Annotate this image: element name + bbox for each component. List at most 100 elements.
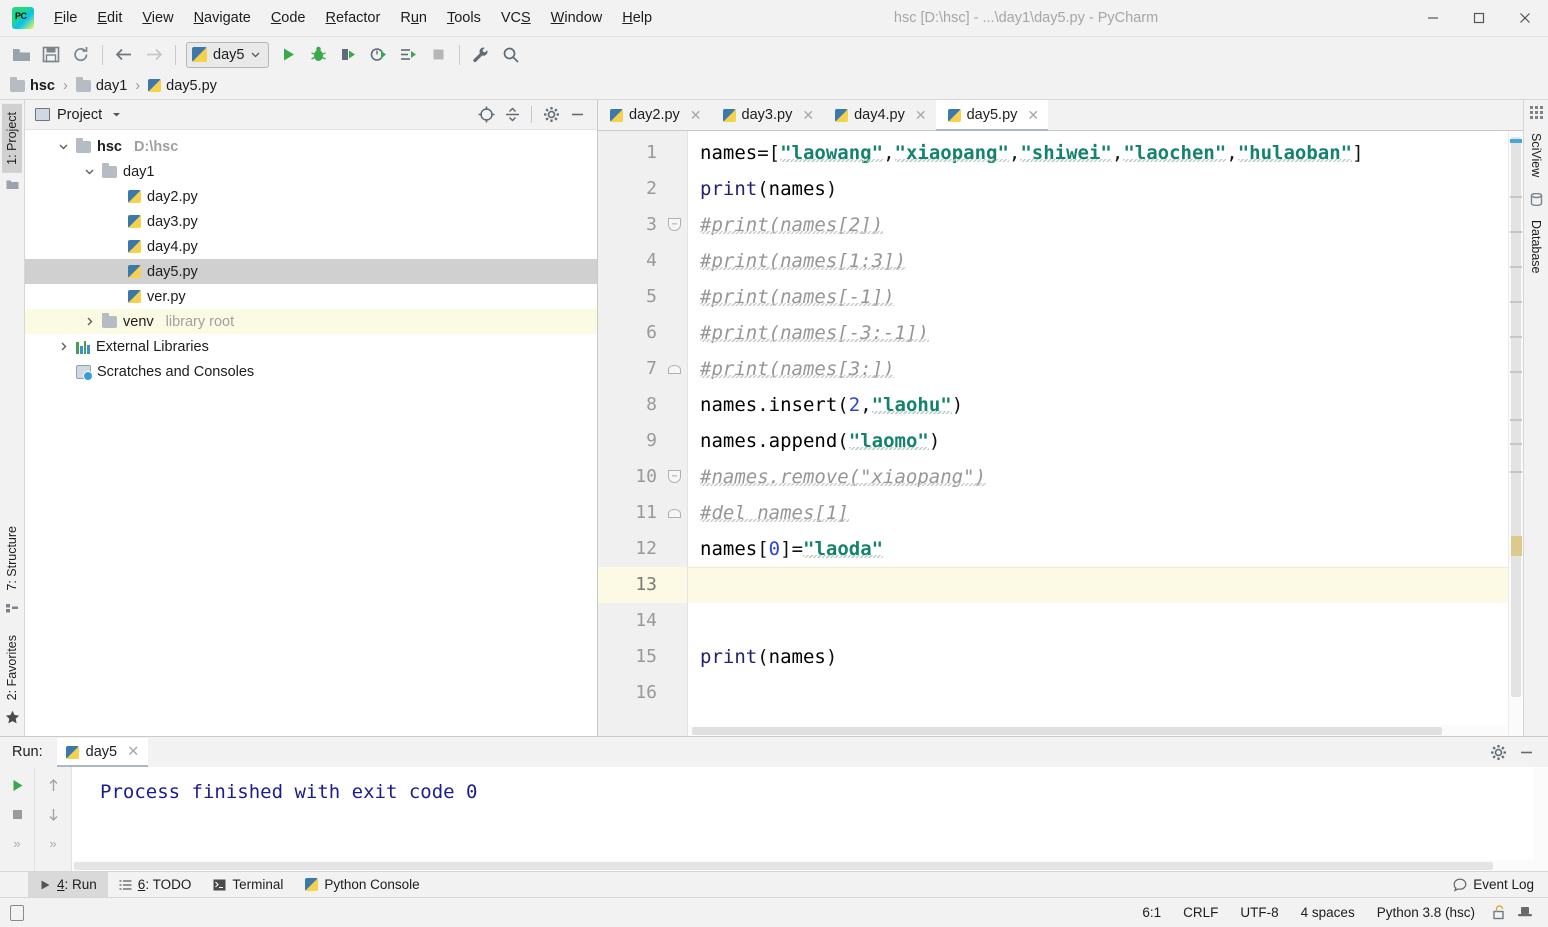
tree-item[interactable]: hsc D:\hsc: [25, 134, 597, 159]
sidebar-item-sciview[interactable]: SciView: [1526, 125, 1546, 185]
wrench-icon[interactable]: [466, 41, 496, 69]
line-number[interactable]: 10−: [598, 459, 687, 495]
menu-edit[interactable]: Edit: [87, 6, 132, 30]
line-number[interactable]: 12: [598, 531, 687, 567]
locate-file-icon[interactable]: [474, 103, 498, 127]
minimize-button[interactable]: [1410, 0, 1456, 36]
line-number[interactable]: 4: [598, 243, 687, 279]
code-line[interactable]: names.append("laomo"): [688, 423, 1523, 459]
run-tab-day5[interactable]: day5 ✕: [56, 737, 149, 767]
tree-item[interactable]: External Libraries: [25, 334, 597, 359]
line-number[interactable]: 2: [598, 171, 687, 207]
code-line[interactable]: #print(names[1:3]): [688, 243, 1523, 279]
more-icon[interactable]: »: [40, 830, 66, 856]
code-line[interactable]: #print(names[-1]): [688, 279, 1523, 315]
chevron-right-icon[interactable]: [55, 339, 71, 355]
tree-item[interactable]: day4.py: [25, 234, 597, 259]
editor-tab-day3-py[interactable]: day3.py ✕: [711, 100, 824, 130]
project-file-tree[interactable]: hsc D:\hsc day1 day2.py day3.py day4.py day5.p…: [25, 130, 597, 736]
run-with-coverage-icon[interactable]: [333, 41, 363, 69]
profile-icon[interactable]: [363, 41, 393, 69]
stop-icon[interactable]: [4, 801, 30, 827]
stop-icon[interactable]: [423, 41, 453, 69]
tree-item[interactable]: Scratches and Consoles: [25, 359, 597, 384]
editor-vertical-scrollbar[interactable]: [1508, 131, 1523, 736]
line-number[interactable]: 9: [598, 423, 687, 459]
forward-arrow-icon[interactable]: [139, 41, 169, 69]
code-line[interactable]: #print(names[3:]): [688, 351, 1523, 387]
line-number[interactable]: 8: [598, 387, 687, 423]
collapse-all-icon[interactable]: [500, 103, 524, 127]
arrow-down-icon[interactable]: [40, 801, 66, 827]
back-arrow-icon[interactable]: [109, 41, 139, 69]
editor-tab-day5-py[interactable]: day5.py ✕: [935, 100, 1049, 131]
editor-tab-day2-py[interactable]: day2.py ✕: [598, 100, 711, 130]
run-tests-icon[interactable]: [393, 41, 423, 69]
tree-item[interactable]: venv library root: [25, 309, 597, 334]
bottom-item-python-console[interactable]: Python Console: [294, 872, 430, 897]
console-vertical-scrollbar[interactable]: [1533, 767, 1548, 871]
code-line[interactable]: names.insert(2,"laohu"): [688, 387, 1523, 423]
close-icon[interactable]: ✕: [915, 107, 927, 124]
menu-refactor[interactable]: Refactor: [316, 6, 391, 30]
line-number[interactable]: 3−: [598, 207, 687, 243]
search-icon[interactable]: [496, 41, 526, 69]
line-number[interactable]: 16: [598, 675, 687, 711]
sidebar-item-favorites[interactable]: 2: Favorites: [2, 627, 22, 708]
chevron-right-icon[interactable]: [81, 314, 97, 330]
project-panel-title[interactable]: Project: [35, 107, 122, 123]
line-separator[interactable]: CRLF: [1172, 905, 1229, 920]
sidebar-item-project[interactable]: 1: Project: [2, 104, 22, 173]
rerun-icon[interactable]: [4, 772, 30, 798]
menu-code[interactable]: Code: [261, 6, 316, 30]
maximize-button[interactable]: [1456, 0, 1502, 36]
menu-view[interactable]: View: [132, 6, 183, 30]
close-icon[interactable]: ✕: [802, 107, 814, 124]
code-line[interactable]: #names.remove("xiaopang"): [688, 459, 1523, 495]
code-line[interactable]: names=["laowang","xiaopang","shiwei","la…: [688, 135, 1523, 171]
event-log-button[interactable]: Event Log: [1453, 877, 1548, 892]
code-line[interactable]: #print(names[2]): [688, 207, 1523, 243]
code-line[interactable]: #print(names[-3:-1]): [688, 315, 1523, 351]
code-line[interactable]: names[0]="laoda": [688, 531, 1523, 567]
code-line[interactable]: #del names[1]: [688, 495, 1523, 531]
line-number[interactable]: 14: [598, 603, 687, 639]
tree-item[interactable]: ver.py: [25, 284, 597, 309]
breadcrumb-item-hsc[interactable]: hsc: [10, 76, 55, 94]
debug-icon[interactable]: [303, 41, 333, 69]
close-icon[interactable]: ✕: [127, 744, 139, 760]
gear-icon[interactable]: [1486, 740, 1510, 764]
open-folder-icon[interactable]: [6, 41, 36, 69]
unlocked-icon[interactable]: [1486, 905, 1512, 920]
run-configuration-selector[interactable]: day5: [186, 41, 270, 68]
line-number[interactable]: 6: [598, 315, 687, 351]
sidebar-item-database[interactable]: Database: [1526, 212, 1546, 282]
fold-end-icon[interactable]: [668, 509, 681, 518]
python-interpreter[interactable]: Python 3.8 (hsc): [1366, 905, 1486, 920]
editor-gutter[interactable]: 1 2 3−4 5 6 7 8 9 10−11 12 13 14 15 16: [598, 131, 688, 736]
caret-position[interactable]: 6:1: [1131, 905, 1172, 920]
menu-help[interactable]: Help: [612, 6, 662, 30]
code-line[interactable]: [688, 675, 1523, 711]
editor-tab-day4-py[interactable]: day4.py ✕: [823, 100, 936, 130]
line-number[interactable]: 11: [598, 495, 687, 531]
bottom-item-todo[interactable]: 6: TODO: [108, 872, 203, 897]
tree-item[interactable]: day3.py: [25, 209, 597, 234]
tree-item[interactable]: day1: [25, 159, 597, 184]
line-number[interactable]: 5: [598, 279, 687, 315]
menu-run[interactable]: Run: [390, 6, 437, 30]
bottom-item-terminal[interactable]: Terminal: [202, 872, 294, 897]
more-icon[interactable]: »: [4, 830, 30, 856]
menu-window[interactable]: Window: [541, 6, 613, 30]
fold-end-icon[interactable]: [668, 365, 681, 374]
refresh-icon[interactable]: [66, 41, 96, 69]
code-line[interactable]: print(names): [688, 639, 1523, 675]
tree-item[interactable]: day2.py: [25, 184, 597, 209]
code-line[interactable]: [688, 603, 1523, 639]
tree-item[interactable]: day5.py: [25, 259, 597, 284]
bottom-item-run[interactable]: 4: Run: [28, 872, 108, 897]
menu-file[interactable]: File: [44, 6, 87, 30]
run-icon[interactable]: [273, 41, 303, 69]
close-icon[interactable]: ✕: [1027, 107, 1039, 124]
hector-hat-icon[interactable]: [1512, 905, 1538, 920]
